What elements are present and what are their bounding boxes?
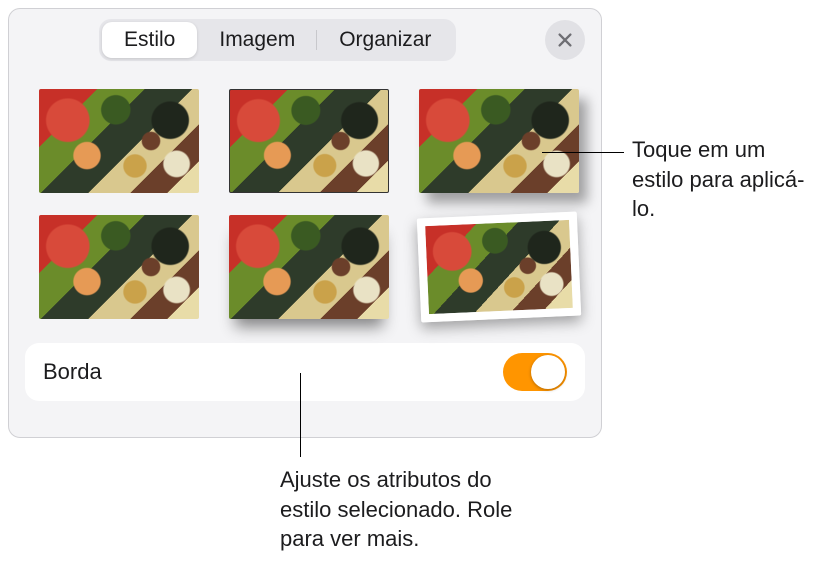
border-toggle[interactable] (503, 353, 567, 391)
border-option-row: Borda (43, 343, 567, 401)
toggle-knob (531, 355, 565, 389)
style-thumbnail[interactable] (419, 89, 579, 193)
style-preview-image (229, 215, 389, 319)
style-thumbnail[interactable] (39, 89, 199, 193)
callout-leader-line (300, 373, 301, 457)
style-preview-image (417, 212, 581, 323)
callout-style-tap: Toque em um estilo para aplicá-lo. (632, 135, 812, 224)
style-thumbnails-grid (9, 71, 601, 329)
style-thumbnail[interactable] (229, 89, 389, 193)
close-button[interactable] (545, 20, 585, 60)
border-label: Borda (43, 359, 102, 385)
style-thumbnail[interactable] (417, 212, 581, 323)
close-icon (556, 31, 574, 49)
tab-bar: Estilo Imagem Organizar (9, 9, 601, 71)
tab-arrange[interactable]: Organizar (317, 22, 453, 58)
style-preview-image (39, 89, 199, 193)
callout-leader-line (542, 152, 624, 153)
style-preview-image (229, 89, 389, 193)
style-options-card: Borda (25, 343, 585, 401)
style-thumbnail[interactable] (229, 215, 389, 319)
style-thumbnail[interactable] (39, 215, 199, 319)
tab-style[interactable]: Estilo (102, 22, 197, 58)
style-preview-image (419, 89, 579, 193)
tab-image[interactable]: Imagem (197, 22, 317, 58)
segmented-control: Estilo Imagem Organizar (99, 19, 456, 61)
style-preview-image (39, 215, 199, 319)
callout-attributes: Ajuste os atributos do estilo selecionad… (280, 465, 540, 554)
format-panel: Estilo Imagem Organizar Borda (8, 8, 602, 438)
